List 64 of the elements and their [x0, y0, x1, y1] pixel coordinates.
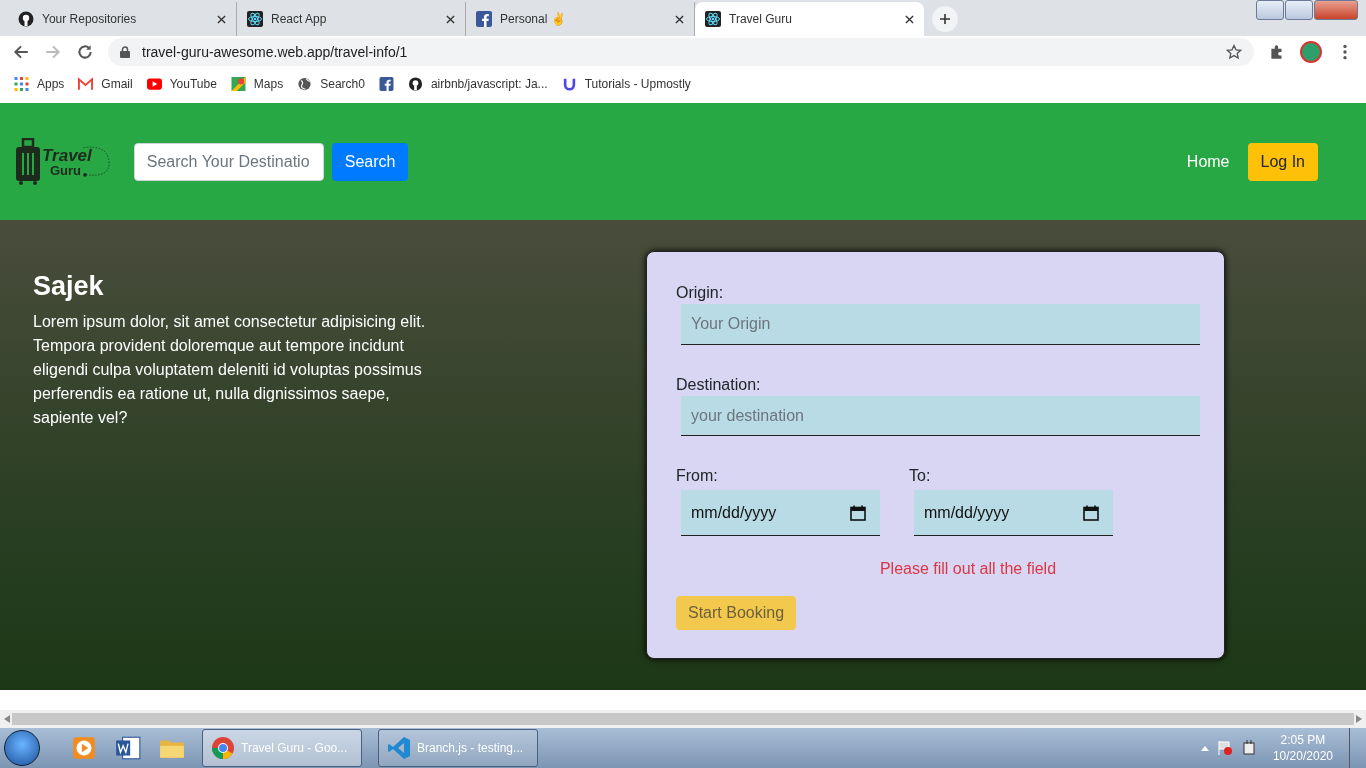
u-logo-icon — [561, 77, 577, 91]
date-field[interactable]: mm/dd/yyyy — [681, 490, 880, 537]
media-player-icon[interactable] — [70, 734, 98, 762]
github-icon — [407, 77, 423, 91]
power-plug-icon[interactable] — [1240, 740, 1257, 756]
profile-avatar[interactable] — [1300, 41, 1322, 63]
facebook-icon — [378, 77, 394, 91]
destination-field[interactable]: your destination — [681, 395, 1200, 437]
bookmark[interactable]: Apps — [14, 77, 65, 91]
facebook-icon — [476, 11, 492, 27]
start-button[interactable] — [4, 730, 40, 766]
field-label: From: — [676, 467, 719, 486]
atom-icon — [247, 11, 263, 27]
bookmark[interactable]: airbnb/javascript: Ja... — [407, 77, 548, 91]
bookmark[interactable] — [378, 77, 394, 91]
field-label: Destination: — [676, 375, 762, 394]
field-label: Origin: — [676, 284, 725, 302]
bookmark[interactable]: YouTube — [146, 77, 217, 91]
bookmark[interactable]: Gmail — [78, 77, 133, 91]
bookmark[interactable]: Tutorials - Upmostly — [561, 77, 691, 91]
calendar-icon[interactable] — [850, 504, 866, 521]
horizontal-scrollbar[interactable] — [0, 710, 1366, 728]
new-tab-button[interactable] — [932, 6, 958, 32]
code-editor-icon — [387, 736, 411, 760]
close-icon[interactable] — [446, 14, 455, 24]
scroll-right-arrow-icon[interactable] — [1356, 715, 1362, 723]
field-label: To: — [909, 467, 932, 486]
calendar-icon[interactable] — [1083, 504, 1099, 521]
word-icon[interactable] — [114, 734, 142, 762]
back-arrow-icon[interactable] — [12, 43, 30, 61]
globe-icon — [297, 77, 313, 91]
error-message: Please fill out all the field — [878, 560, 1058, 579]
reload-icon[interactable] — [76, 43, 94, 61]
bookmark[interactable]: Maps — [230, 77, 284, 91]
url-text: travel-guru-awesome.web.app/travel-info/1 — [142, 44, 409, 60]
atom-icon — [705, 11, 721, 27]
start-booking-button[interactable]: Start Booking — [676, 596, 797, 630]
search-button[interactable]: Search — [331, 142, 409, 181]
lock-icon — [120, 46, 130, 58]
origin-field[interactable]: Your Origin — [681, 304, 1200, 345]
play-icon — [146, 77, 162, 91]
destination-description: Lorem ipsum dolor, sit amet consectetur adipisicing elit. Tempora provident doloremque aut tempore incidunt eligendi culpa voluptatem deleniti id voluptas possimus perferendis ea ratione ut, nulla dignissimos saepe, sapiente vel? — [33, 312, 427, 428]
search-field[interactable]: Search Your Destinatio — [133, 142, 324, 181]
map-pin-icon — [230, 77, 246, 91]
date-field[interactable]: mm/dd/yyyy — [914, 490, 1113, 537]
close-icon[interactable] — [217, 14, 226, 24]
close-icon[interactable] — [675, 14, 684, 24]
star-icon[interactable] — [1226, 44, 1242, 60]
window-controls[interactable] — [1256, 0, 1358, 20]
destination-title: Sajek — [33, 271, 105, 302]
chrome-icon — [211, 736, 235, 760]
github-icon — [18, 11, 34, 27]
address-bar[interactable]: travel-guru-awesome.web.app/travel-info/1 — [108, 38, 1254, 66]
mail-icon — [78, 77, 94, 91]
login-button[interactable]: Log In — [1247, 142, 1318, 181]
grid-icon — [14, 77, 29, 91]
travel-guru-logo[interactable]: Travel Guru — [16, 137, 112, 186]
close-icon[interactable] — [905, 14, 914, 24]
browser-tab[interactable]: Travel Guru — [695, 2, 924, 36]
bookmark[interactable]: Search0 — [297, 77, 365, 91]
flag-icon[interactable] — [1216, 740, 1233, 756]
clock: 2:05 PM 10/20/2020 — [1272, 732, 1333, 764]
plus-icon — [939, 13, 951, 25]
scroll-left-arrow-icon[interactable] — [4, 715, 10, 723]
